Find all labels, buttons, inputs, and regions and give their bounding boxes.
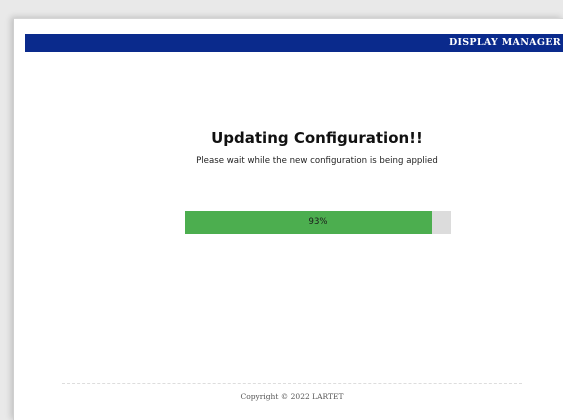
progress-label: 93% [308,217,328,227]
status-panel: Updating Configuration!! Please wait whi… [14,129,563,167]
status-message: Please wait while the new configuration … [196,156,438,166]
copyright-text: Copyright © 2022 LARTET [240,392,344,401]
app-title: DISPLAY MANAGER [448,37,561,48]
page-title: Updating Configuration!! [211,129,423,147]
progress-bar: 93% [185,211,451,234]
header-bar: DISPLAY MANAGER [25,34,563,52]
footer-divider [62,383,522,384]
app-window: DISPLAY MANAGER Updating Configuration!!… [13,18,563,420]
